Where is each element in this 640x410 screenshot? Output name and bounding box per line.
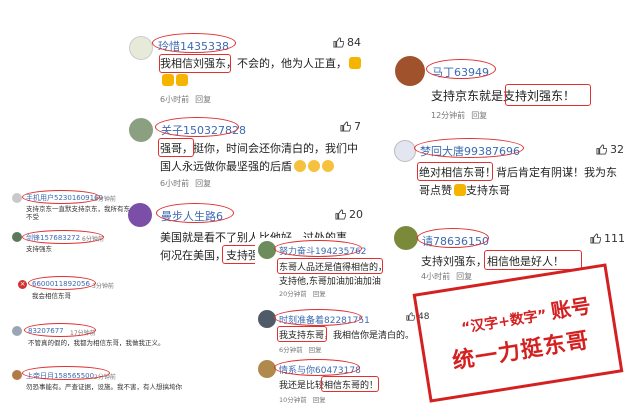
like-count: 20: [349, 208, 363, 221]
annotation-ellipse: [24, 323, 96, 337]
avatar[interactable]: [12, 370, 22, 380]
comment-meta: 12分钟前 回复: [431, 110, 493, 121]
like-count: 84: [347, 36, 361, 49]
avatar[interactable]: [394, 140, 416, 162]
annotation-ellipse: [22, 366, 110, 380]
annotation-ellipse: [155, 117, 239, 137]
annotation-ellipse: [22, 230, 104, 244]
thumbs-up-icon: [333, 37, 345, 48]
annotation-box: [505, 84, 591, 106]
thumbs-up-emoji-icon: [454, 184, 466, 196]
reply-link[interactable]: 回复: [195, 179, 211, 188]
avatar[interactable]: [128, 203, 152, 227]
comment-meta: 20分钟前 回复: [279, 288, 332, 298]
comment-text: 勿恐事能有。严查证据，设施。我不害，有人想搞垮你: [26, 383, 182, 391]
avatar[interactable]: [258, 310, 276, 328]
timestamp: 4小时前: [421, 272, 451, 281]
reply-link[interactable]: 回复: [313, 396, 326, 404]
emoji-icon: [322, 160, 334, 172]
avatar[interactable]: [258, 241, 276, 259]
annotation-ellipse: [414, 138, 524, 158]
emoji-icon: [176, 74, 188, 86]
timestamp: 6分钟前: [279, 346, 303, 354]
annotation-ellipse: [22, 190, 100, 204]
annotation-ellipse: [274, 359, 360, 376]
annotation-box: [158, 138, 194, 157]
timestamp: 10分钟前: [279, 396, 307, 404]
comment-text: 我会相信东哥: [32, 292, 71, 300]
like-button[interactable]: 7: [340, 120, 361, 133]
comment-meta: 4小时前 回复: [421, 271, 478, 282]
comment-text: 支持京东一直默支持京东，我所有东: [26, 205, 130, 213]
reply-link[interactable]: 回复: [471, 111, 487, 120]
timestamp: 6小时前: [160, 95, 190, 104]
annotation-ellipse: [152, 33, 236, 53]
like-button[interactable]: 32: [596, 143, 624, 156]
annotation-stamp: “汉字+数字” 账号 统一力挺东哥: [412, 263, 624, 403]
comment-text: 不受: [26, 213, 39, 221]
comment-text: 不管真的假的，我都为相信东哥，我做我正义。: [28, 339, 165, 347]
annotation-box: [417, 162, 493, 181]
emoji-icon: [162, 74, 174, 86]
annotation-box: [321, 376, 379, 392]
comment-text: [160, 74, 188, 87]
comment-meta: 6小时前 回复: [160, 178, 217, 189]
annotation-box: [484, 250, 582, 270]
like-button[interactable]: 20: [335, 208, 363, 221]
annotation-ellipse: [28, 276, 96, 290]
thumbs-up-icon: [340, 121, 352, 132]
timestamp: 12分钟前: [431, 111, 466, 120]
thumbs-up-icon: [590, 233, 602, 244]
avatar[interactable]: [129, 36, 153, 60]
comment-meta: 6小时前 回复: [160, 94, 217, 105]
comment-meta: 6分钟前 回复: [279, 344, 328, 354]
thumbs-up-icon: [406, 312, 416, 321]
like-count: 32: [610, 143, 624, 156]
comment-meta: 10分钟前 回复: [279, 394, 332, 404]
avatar[interactable]: [12, 326, 22, 336]
annotation-box: [277, 326, 327, 342]
avatar[interactable]: [258, 360, 276, 378]
annotation-box: [159, 54, 231, 73]
annotation-ellipse: [274, 240, 362, 257]
annotation-ellipse: [417, 228, 489, 248]
emoji-icon: [294, 160, 306, 172]
comment-text: 支持强东: [26, 245, 52, 253]
like-count: 111: [604, 232, 625, 245]
comment-text: 哥点赞 支持东哥: [419, 184, 510, 197]
annotation-box: [277, 258, 383, 274]
annotation-ellipse: [274, 309, 362, 326]
reply-link[interactable]: 回复: [313, 290, 326, 298]
emoji-icon: [349, 57, 361, 69]
thumbs-up-icon: [596, 144, 608, 155]
timestamp: 6小时前: [160, 179, 190, 188]
like-count: 7: [354, 120, 361, 133]
comment-text: 国人永远做你最坚强的后盾: [160, 158, 334, 174]
annotation-ellipse: [156, 203, 234, 223]
close-icon[interactable]: ×: [18, 280, 27, 289]
reply-link[interactable]: 回复: [309, 346, 322, 354]
like-button[interactable]: 111: [590, 232, 625, 245]
timestamp: 20分钟前: [279, 290, 307, 298]
reply-link[interactable]: 回复: [195, 95, 211, 104]
avatar[interactable]: [12, 232, 22, 242]
comment-text: 支持他,东哥加油加油加油: [279, 277, 381, 287]
thumbs-up-icon: [335, 209, 347, 220]
emoji-icon: [308, 160, 320, 172]
avatar[interactable]: [129, 118, 153, 142]
avatar[interactable]: [394, 226, 418, 250]
avatar[interactable]: [12, 193, 22, 203]
annotation-ellipse: [426, 59, 496, 79]
like-button[interactable]: 84: [333, 36, 361, 49]
reply-link[interactable]: 回复: [456, 272, 472, 281]
avatar[interactable]: [395, 56, 425, 86]
